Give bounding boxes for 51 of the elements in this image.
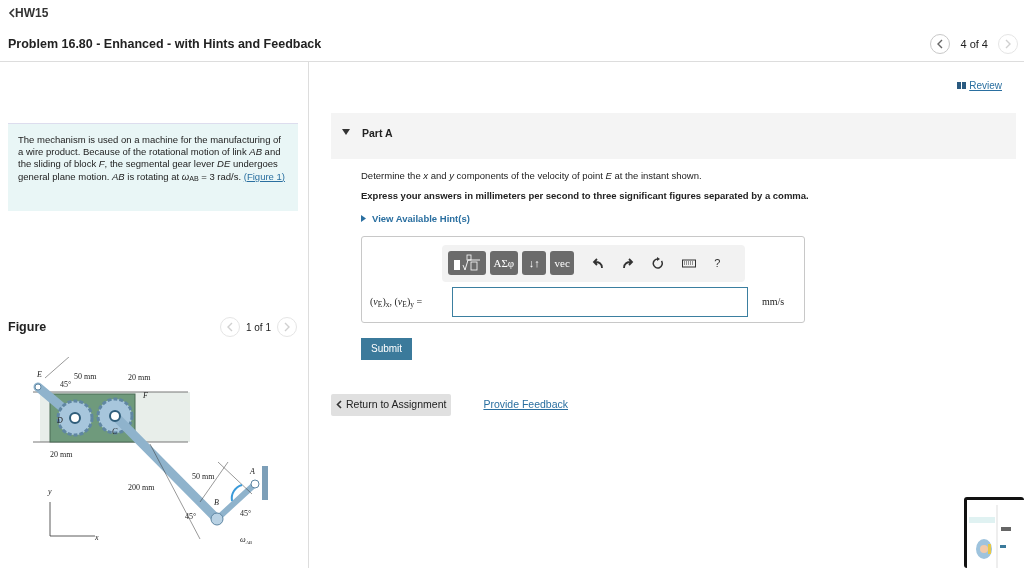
figure-heading: Figure xyxy=(8,318,47,336)
chevron-right-icon xyxy=(284,322,290,332)
feedback-link[interactable]: Provide Feedback xyxy=(483,396,569,413)
question-text: Determine the x and y components of the velocity of point E at the instant shown. xyxy=(361,169,702,183)
help-button[interactable]: ? xyxy=(706,251,729,276)
triangle-icon xyxy=(361,215,366,223)
figure-counter: 1 of 1 xyxy=(245,320,271,335)
chevron-right-icon xyxy=(1005,39,1011,49)
figure-label: 45° xyxy=(240,509,252,518)
figure-label: 20 mm xyxy=(50,450,73,459)
caret-icon xyxy=(342,129,350,135)
figure-link[interactable]: (Figure 1) xyxy=(243,170,285,182)
figure-label: x xyxy=(95,533,99,542)
figure-label: A xyxy=(250,467,255,476)
keyboard-icon xyxy=(682,257,697,270)
figure-label: 50 mm xyxy=(192,472,215,481)
answer-field[interactable] xyxy=(452,286,748,317)
problem-statement: The mechanism is used on a machine for the manufacturing of a wire product. Because of the rotational motion of link AB and the sliding of block F, the segmental gear lever DE undergoes general plane motion. AB is rotating at ω$_{AB}$ = 3 rad/s. (Figure 1) xyxy=(18,134,286,183)
hints-link[interactable]: View Available Hint(s) xyxy=(361,211,470,226)
answer-label: (v$_{E}$)$_{x}$, (v$_{E}$)$_{y}$ = xyxy=(370,295,424,310)
chevron-left-icon xyxy=(937,39,944,49)
figure-label: B xyxy=(214,498,219,507)
submit-button[interactable]: Submit xyxy=(361,337,413,360)
figure-label: E xyxy=(37,370,42,379)
back-link[interactable]: HW15 xyxy=(8,4,49,22)
figure-label: F xyxy=(143,391,148,400)
instruction-text: Express your answers in millimeters per second to three significant figures separated by a comma. xyxy=(361,189,809,204)
return-button[interactable]: Return to Assignment xyxy=(331,393,452,416)
fraction-root-icon xyxy=(451,254,482,273)
figure-label: 200 mm xyxy=(128,483,155,492)
toolbar-button[interactable]: vec xyxy=(550,251,575,276)
figure-label: ω$_{AB}$ xyxy=(240,535,252,545)
review-link[interactable]: Review xyxy=(957,78,1002,93)
book-icon xyxy=(957,82,967,89)
figure-label: 50 mm xyxy=(74,372,97,381)
part-header[interactable]: Part A xyxy=(331,113,1016,159)
figure-label: 20 mm xyxy=(128,373,151,382)
back-chevron-icon xyxy=(8,8,15,18)
figure-label: 45° xyxy=(60,380,72,389)
toolbar-button[interactable]: ↓↑ xyxy=(522,251,547,276)
chevron-left-icon xyxy=(226,322,233,332)
back-chevron-icon xyxy=(336,400,342,410)
figure-label: y xyxy=(48,487,52,496)
templates-button[interactable] xyxy=(447,251,486,276)
problem-title: Problem 16.80 - Enhanced - with Hints and Feedback xyxy=(8,35,322,53)
figure-label: 45° xyxy=(185,512,197,521)
unit-label: mm/s xyxy=(762,295,785,310)
toolbar-button[interactable]: ΑΣφ xyxy=(489,251,519,276)
page-counter: 4 of 4 xyxy=(960,36,988,52)
figure-label: C xyxy=(112,427,118,436)
figure-label: D xyxy=(57,416,63,425)
